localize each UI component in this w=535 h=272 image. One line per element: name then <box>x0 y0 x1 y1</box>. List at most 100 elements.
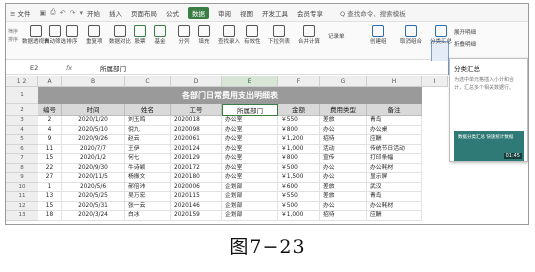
table-cell[interactable]: ￥1,000 <box>278 144 320 154</box>
table-cell[interactable]: 2020018 <box>171 116 222 126</box>
table-cell[interactable]: 办公室 <box>222 163 278 173</box>
table-cell[interactable]: 2020061 <box>171 135 222 145</box>
table-cell[interactable]: ￥800 <box>278 125 320 135</box>
select-all-corner[interactable]: 1 2 <box>6 76 38 87</box>
table-header-cell[interactable]: 编号 <box>38 104 62 116</box>
table-cell[interactable]: 15 <box>38 201 62 211</box>
table-cell[interactable]: 2020159 <box>171 211 222 221</box>
table-header-cell[interactable]: 工号 <box>171 104 222 116</box>
column-header[interactable]: C <box>125 76 171 87</box>
table-cell[interactable]: 办公室 <box>222 144 278 154</box>
table-cell[interactable]: 显示屏 <box>367 173 422 183</box>
tutorial-video-thumbnail[interactable]: 数据分类汇总 快速统计数据 01:45 <box>454 131 524 161</box>
table-cell[interactable]: 办公耗材 <box>367 163 422 173</box>
table-cell[interactable]: 2020115 <box>171 192 222 202</box>
menu-tab-review[interactable]: 审阅 <box>218 8 231 18</box>
validation-button[interactable]: 有效性 <box>244 25 261 45</box>
column-header[interactable]: F <box>278 76 320 87</box>
table-cell[interactable]: 2020098 <box>171 125 222 135</box>
table-cell[interactable]: ￥500 <box>278 201 320 211</box>
table-cell[interactable]: 招待 <box>320 211 367 221</box>
row-header[interactable]: 11 <box>6 192 38 202</box>
table-cell[interactable]: ￥800 <box>278 154 320 164</box>
table-cell[interactable]: 办公 <box>320 163 367 173</box>
menu-tab-developer[interactable]: 开发工具 <box>262 8 288 18</box>
table-cell[interactable]: 4 <box>38 125 62 135</box>
table-cell[interactable]: 2020/1/20 <box>62 116 125 126</box>
sheet-title[interactable]: 各部门日常费用支出明细表 <box>38 87 422 104</box>
table-cell[interactable]: 办公桌 <box>367 125 422 135</box>
table-cell[interactable]: 赵云 <box>125 135 171 145</box>
name-box[interactable]: E2 <box>6 64 66 72</box>
row-header[interactable]: 1 <box>6 87 38 104</box>
table-cell[interactable]: 办公耗材 <box>367 201 422 211</box>
table-cell[interactable]: 9 <box>38 135 62 145</box>
column-header[interactable]: H <box>367 76 422 87</box>
table-cell[interactable]: 2020146 <box>171 201 222 211</box>
table-cell[interactable]: 差旅 <box>320 182 367 192</box>
table-cell[interactable]: 何七 <box>125 154 171 164</box>
table-cell[interactable]: 吴万宏 <box>125 192 171 202</box>
column-header[interactable]: G <box>320 76 367 87</box>
row-header[interactable]: 13 <box>6 211 38 221</box>
table-cell[interactable]: 企划部 <box>222 211 278 221</box>
fill-button[interactable]: 填充 <box>198 25 210 45</box>
table-cell[interactable]: 15 <box>38 154 62 164</box>
menu-tab-insert[interactable]: 插入 <box>109 8 122 18</box>
table-cell[interactable]: 差旅 <box>320 116 367 126</box>
funds-button[interactable]: 基金 <box>154 25 166 45</box>
table-cell[interactable]: 2020/3/24 <box>62 211 125 221</box>
table-header-cell[interactable]: 费用类型 <box>320 104 367 116</box>
row-header[interactable]: 4 <box>6 125 38 135</box>
row-header[interactable]: 5 <box>6 135 38 145</box>
table-cell[interactable]: 2020180 <box>171 173 222 183</box>
table-cell[interactable]: 刘玉鸣 <box>125 116 171 126</box>
table-cell[interactable]: 倪九 <box>125 125 171 135</box>
table-cell[interactable]: ￥600 <box>278 182 320 192</box>
split-column-button[interactable]: 分列 <box>178 25 190 45</box>
table-cell[interactable]: 办公室 <box>222 173 278 183</box>
table-cell[interactable]: 办公 <box>320 173 367 183</box>
table-cell[interactable]: 2020/1/2 <box>62 154 125 164</box>
table-cell[interactable]: 办公室 <box>222 125 278 135</box>
row-header[interactable]: 7 <box>6 154 38 164</box>
subtotal-button[interactable]: 分类汇总 <box>430 25 452 45</box>
menu-tab-member[interactable]: 会员专享 <box>297 8 323 18</box>
table-cell[interactable]: 宣传 <box>320 154 367 164</box>
command-search[interactable]: Q 查找命令、搜索模板 <box>340 8 406 18</box>
lookup-entry-button[interactable]: 查找录入 <box>218 25 240 45</box>
table-cell[interactable]: 2020/5/25 <box>62 192 125 202</box>
table-cell[interactable]: ￥550 <box>278 192 320 202</box>
table-cell[interactable]: 青岛 <box>367 192 422 202</box>
table-header-cell[interactable]: 金额 <box>278 104 320 116</box>
table-cell[interactable]: ￥550 <box>278 116 320 126</box>
table-header-cell[interactable]: 姓名 <box>125 104 171 116</box>
table-cell[interactable]: 2020006 <box>171 182 222 192</box>
column-header[interactable]: B <box>62 76 125 87</box>
table-cell[interactable]: ￥1,200 <box>278 135 320 145</box>
redo-icon[interactable]: ↷ <box>70 9 76 17</box>
table-cell[interactable]: 杨振文 <box>125 173 171 183</box>
table-cell[interactable]: 武汉 <box>367 182 422 192</box>
table-cell[interactable]: 2020/9/26 <box>62 135 125 145</box>
table-cell[interactable]: 招待 <box>320 135 367 145</box>
table-cell[interactable]: 22 <box>38 163 62 173</box>
table-cell[interactable]: 传统节日活动 <box>367 144 422 154</box>
table-cell[interactable]: 2020/5/10 <box>62 125 125 135</box>
table-cell[interactable]: ￥1,500 <box>278 173 320 183</box>
table-cell[interactable]: 牛诗颖 <box>125 163 171 173</box>
table-cell[interactable]: 办公 <box>320 125 367 135</box>
record-form-button[interactable]: 记录单 <box>328 32 345 40</box>
table-cell[interactable]: 1 <box>38 182 62 192</box>
table-cell[interactable]: 张一云 <box>125 201 171 211</box>
row-header[interactable]: 8 <box>6 163 38 173</box>
create-group-button[interactable]: 创建组 <box>370 25 387 45</box>
menu-tab-view[interactable]: 视图 <box>240 8 253 18</box>
table-cell[interactable]: 18 <box>38 211 62 221</box>
table-cell[interactable]: 办公室 <box>222 135 278 145</box>
duplicates-button[interactable]: 重复项 <box>86 25 103 45</box>
table-cell[interactable]: 2020/11/5 <box>62 173 125 183</box>
table-cell[interactable]: 王伊 <box>125 144 171 154</box>
table-cell[interactable]: 企划部 <box>222 192 278 202</box>
sort-button[interactable]: 排序 <box>66 25 78 45</box>
